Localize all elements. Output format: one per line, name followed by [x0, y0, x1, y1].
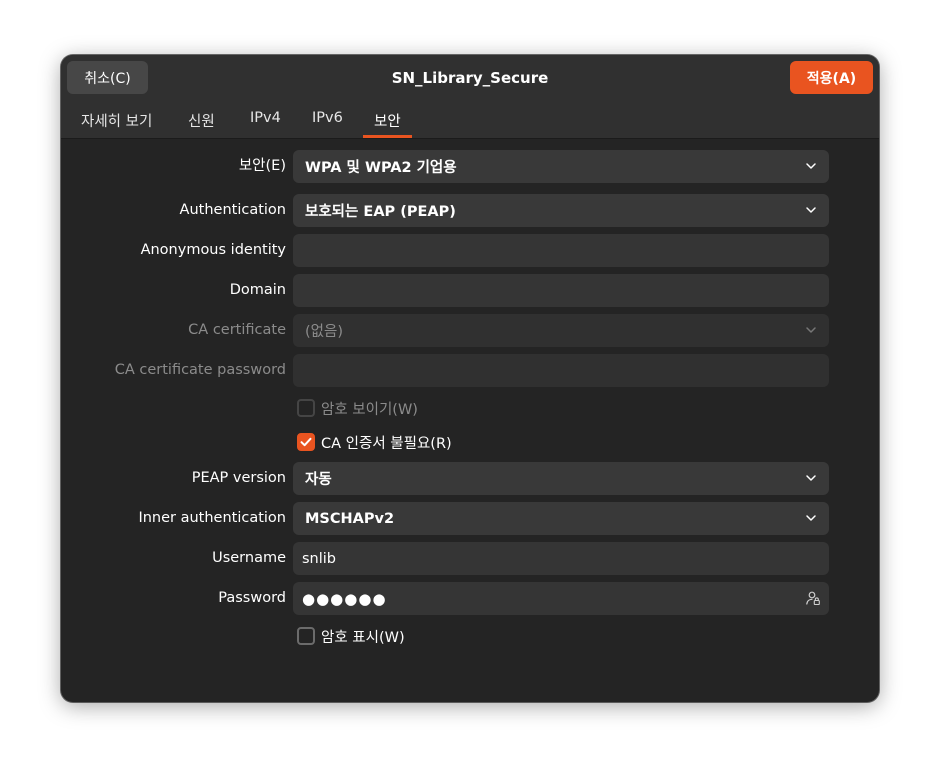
security-value: WPA 및 WPA2 기업용 [305, 160, 457, 176]
chevron-down-icon [806, 207, 816, 213]
active-tab-indicator [363, 135, 412, 138]
show-ca-password-label: 암호 보이기(W) [321, 401, 418, 418]
anonymous-identity-input[interactable] [293, 234, 829, 267]
dialog-header: 취소(C) SN_Library_Secure 적용(A) 자세히 보기 신원 … [61, 55, 879, 139]
domain-label: Domain [229, 282, 286, 298]
authentication-label: Authentication [179, 202, 286, 218]
password-input[interactable]: ●●●●●● [293, 582, 829, 615]
ca-certificate-value: (없음) [305, 324, 343, 340]
user-lock-icon[interactable] [805, 590, 821, 606]
chevron-down-icon [806, 327, 816, 333]
chevron-down-icon [806, 515, 816, 521]
ca-certificate-password-label: CA certificate password [114, 362, 286, 378]
network-settings-dialog: 취소(C) SN_Library_Secure 적용(A) 자세히 보기 신원 … [61, 55, 879, 702]
tab-ipv6-label: IPv6 [312, 110, 343, 126]
username-value: snlib [302, 550, 337, 567]
peap-version-label: PEAP version [191, 470, 286, 486]
authentication-value: 보호되는 EAP (PEAP) [305, 204, 456, 220]
password-label: Password [218, 590, 286, 606]
show-password-label: 암호 표시(W) [321, 629, 405, 646]
password-value: ●●●●●● [302, 589, 387, 608]
authentication-dropdown[interactable]: 보호되는 EAP (PEAP) [293, 194, 829, 227]
peap-version-dropdown[interactable]: 자동 [293, 462, 829, 495]
apply-button[interactable]: 적용(A) [790, 61, 873, 94]
tab-ipv6[interactable]: IPv6 [312, 110, 343, 138]
checkbox-box [297, 627, 315, 645]
tab-identity[interactable]: 신원 [188, 110, 215, 138]
domain-input[interactable] [293, 274, 829, 307]
tab-ipv4-label: IPv4 [250, 110, 281, 126]
ca-certificate-password-input [293, 354, 829, 387]
check-icon [300, 437, 312, 447]
checkbox-box [297, 433, 315, 451]
chevron-down-icon [806, 163, 816, 169]
security-dropdown[interactable]: WPA 및 WPA2 기업용 [293, 150, 829, 183]
tab-security[interactable]: 보안 [363, 110, 412, 138]
checkbox-box [297, 399, 315, 417]
inner-authentication-value: MSCHAPv2 [305, 510, 395, 527]
dialog-title: SN_Library_Secure [391, 69, 549, 87]
tab-details-label: 자세히 보기 [81, 114, 153, 130]
no-ca-required-label: CA 인증서 불필요(R) [321, 435, 452, 452]
no-ca-required-checkbox[interactable]: CA 인증서 불필요(R) [297, 430, 452, 454]
chevron-down-icon [806, 475, 816, 481]
tab-identity-label: 신원 [188, 114, 215, 130]
tab-details[interactable]: 자세히 보기 [81, 110, 152, 138]
show-password-checkbox[interactable]: 암호 표시(W) [297, 624, 405, 648]
anonymous-identity-label: Anonymous identity [140, 242, 286, 258]
cancel-button[interactable]: 취소(C) [67, 61, 148, 94]
inner-authentication-label: Inner authentication [138, 510, 286, 526]
username-input[interactable]: snlib [293, 542, 829, 575]
ca-certificate-dropdown: (없음) [293, 314, 829, 347]
tab-security-label: 보안 [374, 114, 401, 130]
tab-ipv4[interactable]: IPv4 [250, 110, 281, 138]
show-ca-password-checkbox: 암호 보이기(W) [297, 396, 418, 420]
inner-authentication-dropdown[interactable]: MSCHAPv2 [293, 502, 829, 535]
ca-certificate-label: CA certificate [188, 322, 286, 338]
username-label: Username [212, 550, 286, 566]
security-label: 보안(E) [238, 158, 286, 174]
peap-version-value: 자동 [305, 472, 332, 488]
